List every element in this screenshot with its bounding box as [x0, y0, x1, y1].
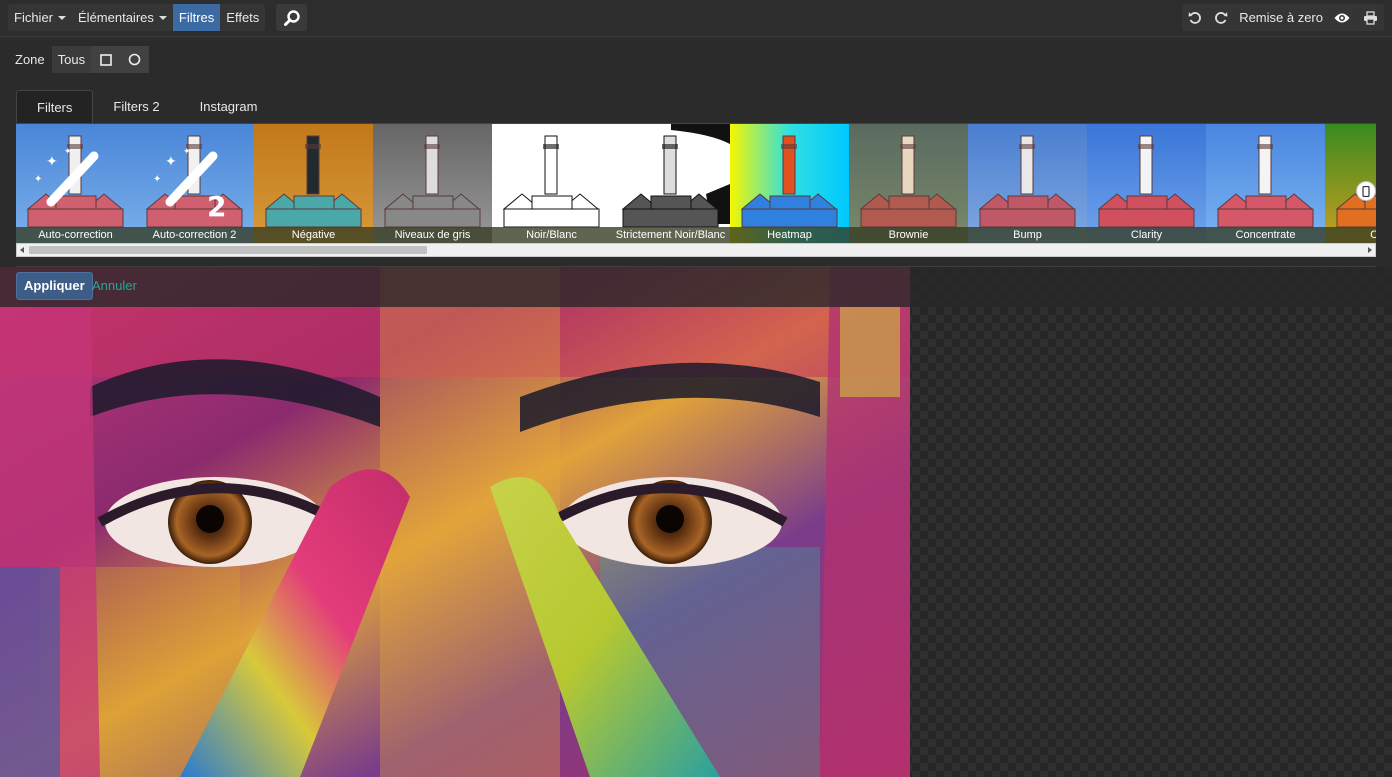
filter-thumbnail[interactable]: Concentrate [1206, 124, 1325, 243]
filter-thumbnail[interactable]: Niveaux de gris [373, 124, 492, 243]
cancel-label: Annuler [92, 278, 137, 293]
filter-thumbnail-strip[interactable]: ✦ ✦ ✦ Auto-correction ✦ ✦ ✦ 2 Auto-correction 2N… [16, 124, 1376, 243]
svg-text:✦: ✦ [183, 147, 191, 157]
svg-text:✦: ✦ [153, 174, 161, 185]
filter-thumbnail-label: Cross [1325, 227, 1376, 243]
menu-effets[interactable]: Effets [220, 4, 265, 31]
apply-button[interactable]: Appliquer [16, 272, 93, 300]
lighthouse-thumbnail-image [373, 135, 492, 243]
filter-thumbnail-label: Concentrate [1206, 227, 1325, 243]
zone-button-group: Tous [51, 46, 150, 73]
zone-all-label: Tous [57, 52, 86, 67]
circle-icon [128, 53, 141, 66]
tab-filters-2-label: Filters 2 [113, 99, 160, 114]
filter-thumbnail[interactable]: ✦ ✦ ✦ 2 Auto-correction 2 [135, 124, 254, 243]
preview-button[interactable] [1328, 4, 1356, 31]
zone-selector: Zone Tous [8, 46, 150, 73]
svg-text:✦: ✦ [46, 154, 58, 170]
search-button[interactable] [276, 4, 307, 31]
menu-effets-label: Effets [226, 10, 260, 25]
filter-thumbnail[interactable]: Négative [254, 124, 373, 243]
filter-thumbnail[interactable]: ✦ ✦ ✦ Auto-correction [16, 124, 135, 243]
reset-button[interactable]: Remise à zero [1234, 4, 1328, 31]
filter-thumbnail-label: Auto-correction 2 [135, 227, 254, 243]
cancel-link[interactable]: Annuler [92, 272, 137, 300]
filter-thumbnail[interactable]: Bump [968, 124, 1087, 243]
menu-filtres[interactable]: Filtres [172, 4, 221, 31]
lighthouse-thumbnail-image [968, 135, 1087, 243]
undo-icon [1188, 11, 1202, 24]
menu-fichier[interactable]: Fichier [8, 4, 72, 31]
search-icon [283, 9, 300, 26]
printer-icon [1363, 10, 1377, 25]
main-menu: Fichier Élémentaires Filtres Effets [8, 4, 266, 31]
phone-icon [1362, 185, 1370, 197]
lighthouse-thumbnail-image [730, 135, 849, 243]
filter-thumbnail[interactable]: Strictement Noir/Blanc [611, 124, 730, 243]
reset-label: Remise à zero [1239, 10, 1323, 25]
lighthouse-thumbnail-image: ✦ ✦ ✦ 2 [135, 135, 254, 243]
eye-icon [1334, 13, 1350, 22]
zone-ellipse-button[interactable] [120, 46, 150, 73]
menu-fichier-label: Fichier [14, 10, 54, 25]
undo-button[interactable] [1182, 4, 1208, 31]
lighthouse-thumbnail-image [254, 135, 373, 243]
lighthouse-thumbnail-image [1206, 135, 1325, 243]
tab-instagram-label: Instagram [199, 99, 258, 114]
filter-thumbnail-label: Négative [254, 227, 373, 243]
filter-thumbnail-label: Heatmap [730, 227, 849, 243]
svg-text:2: 2 [207, 190, 226, 223]
caret-down-icon [158, 16, 167, 20]
filter-thumbnail[interactable]: Clarity [1087, 124, 1206, 243]
scrollbar-thumb[interactable] [29, 246, 427, 254]
filter-thumbnail-list: ✦ ✦ ✦ Auto-correction ✦ ✦ ✦ 2 Auto-correction 2N… [16, 124, 1376, 243]
filter-thumbnail-label: Niveaux de gris [373, 227, 492, 243]
caret-down-icon [58, 16, 67, 20]
tab-filters[interactable]: Filters [16, 90, 94, 124]
menu-elementaires[interactable]: Élémentaires [72, 4, 173, 31]
menu-elementaires-label: Élémentaires [78, 10, 154, 25]
edited-photo[interactable] [0, 267, 910, 777]
tab-filters-label: Filters [37, 100, 73, 115]
filter-strip-scrollbar[interactable] [16, 243, 1376, 257]
tab-filters-2[interactable]: Filters 2 [93, 90, 179, 124]
svg-text:✦: ✦ [34, 174, 42, 185]
redo-button[interactable] [1208, 4, 1234, 31]
filter-tabs: Filters Filters 2 Instagram [16, 90, 277, 124]
print-button[interactable] [1356, 4, 1384, 31]
colorful-face-image [0, 267, 910, 777]
filter-thumbnail-label: Strictement Noir/Blanc [611, 227, 730, 243]
redo-icon [1215, 11, 1228, 24]
menu-filtres-label: Filtres [178, 10, 215, 25]
svg-text:✦: ✦ [64, 147, 72, 157]
filter-action-bar [0, 267, 1392, 307]
zone-all-button[interactable]: Tous [51, 46, 92, 73]
filter-thumbnail-label: Auto-correction [16, 227, 135, 243]
svg-text:✦: ✦ [165, 154, 177, 170]
apply-label: Appliquer [24, 278, 85, 293]
lighthouse-thumbnail-image [1087, 135, 1206, 243]
filter-thumbnail[interactable]: Brownie [849, 124, 968, 243]
zone-label: Zone [15, 52, 45, 67]
strip-resize-handle[interactable] [1356, 181, 1376, 201]
history-toolbar: Remise à zero [1182, 4, 1384, 31]
filter-thumbnail-label: Bump [968, 227, 1087, 243]
lighthouse-thumbnail-image: ✦ ✦ ✦ [16, 135, 135, 243]
filter-thumbnail-label: Clarity [1087, 227, 1206, 243]
lighthouse-thumbnail-image [849, 135, 968, 243]
filter-thumbnail-label: Noir/Blanc [492, 227, 611, 243]
filter-thumbnail[interactable]: Noir/Blanc [492, 124, 611, 243]
top-toolbar: Fichier Élémentaires Filtres Effets Remi… [0, 0, 1392, 37]
scroll-right-icon[interactable] [1368, 247, 1372, 253]
lighthouse-thumbnail-image [611, 124, 730, 243]
lighthouse-thumbnail-image [492, 135, 611, 243]
scroll-left-icon[interactable] [20, 247, 24, 253]
tab-instagram[interactable]: Instagram [180, 90, 278, 124]
zone-rectangle-button[interactable] [91, 46, 121, 73]
filter-thumbnail[interactable]: Heatmap [730, 124, 849, 243]
filter-thumbnail-label: Brownie [849, 227, 968, 243]
square-icon [99, 53, 112, 66]
